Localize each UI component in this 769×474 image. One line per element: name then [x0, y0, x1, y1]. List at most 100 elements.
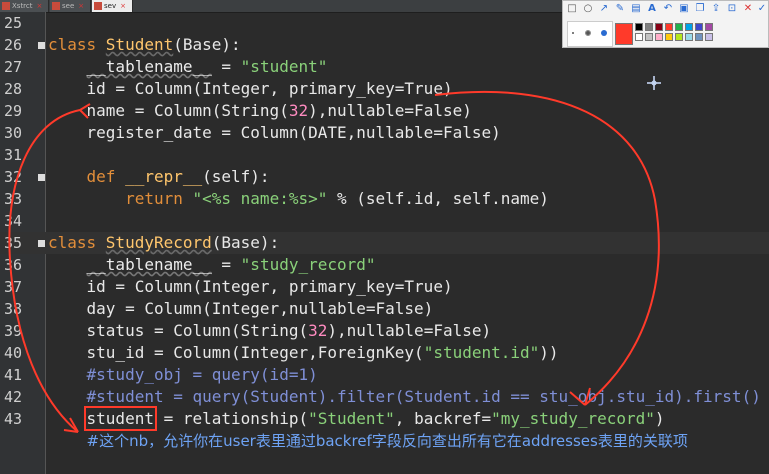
line-number: 40	[4, 344, 23, 362]
circle-icon[interactable]: ○	[583, 4, 593, 14]
color-swatch[interactable]	[705, 23, 713, 31]
color-swatch[interactable]	[645, 23, 653, 31]
line-number: 32	[4, 168, 23, 186]
code-text: __tablename__ = "student"	[48, 56, 328, 78]
code-token: Student	[105, 35, 174, 54]
code-line[interactable]: 29 name = Column(String(32),nullable=Fal…	[0, 100, 769, 122]
tab-close-icon[interactable]: ×	[120, 2, 126, 10]
code-text: stu_id = Column(Integer,ForeignKey("stud…	[48, 342, 559, 364]
code-token: __repr__	[125, 167, 203, 186]
close-icon[interactable]: ✕	[743, 4, 753, 14]
code-token: def	[86, 167, 126, 186]
undo-icon[interactable]: ↶	[663, 4, 673, 14]
code-line[interactable]: 33 return "<%s name:%s>" % (self.id, sel…	[0, 188, 769, 210]
code-token: #这个nb，允许你在user表里通过backref字段反向查出所有它在addre…	[86, 432, 688, 450]
code-line[interactable]: 34	[0, 210, 769, 232]
code-text: student = relationship("Student", backre…	[48, 406, 665, 431]
line-number: 39	[4, 322, 23, 340]
code-text: __tablename__ = "study_record"	[48, 254, 376, 276]
color-swatch[interactable]	[655, 23, 663, 31]
code-token: )	[654, 409, 665, 428]
line-number: 33	[4, 190, 23, 208]
line-number: 30	[4, 124, 23, 142]
code-token: "Student"	[308, 409, 395, 428]
code-line[interactable]: 36 __tablename__ = "study_record"	[0, 254, 769, 276]
code-line[interactable]: 30 register_date = Column(DATE,nullable=…	[0, 122, 769, 144]
code-token: register_date = Column(DATE,nullable=Fal…	[48, 123, 501, 142]
fold-marker-icon[interactable]	[38, 42, 45, 49]
code-token: % (self.id, self.name)	[327, 189, 549, 208]
code-line[interactable]: 32 def __repr__(self):	[0, 166, 769, 188]
rect-icon[interactable]: □	[567, 4, 577, 14]
code-line[interactable]: 38 day = Column(Integer,nullable=False)	[0, 298, 769, 320]
code-text: register_date = Column(DATE,nullable=Fal…	[48, 122, 501, 144]
code-token: = relationship(	[153, 409, 309, 428]
line-number: 28	[4, 80, 23, 98]
tab-close-icon[interactable]: ×	[78, 2, 84, 10]
pin-icon[interactable]: ⊡	[727, 4, 737, 14]
code-line[interactable]: #这个nb，允许你在user表里通过backref字段反向查出所有它在addre…	[0, 430, 769, 452]
save-icon[interactable]: ▣	[679, 4, 689, 14]
brush-size-medium[interactable]	[585, 30, 591, 36]
text-icon[interactable]: A	[647, 4, 657, 14]
tab-close-icon[interactable]: ×	[37, 2, 43, 10]
code-line[interactable]: 35 class StudyRecord(Base):	[0, 232, 769, 254]
color-swatch[interactable]	[655, 33, 663, 41]
color-swatch[interactable]	[685, 23, 693, 31]
color-swatch[interactable]	[665, 23, 673, 31]
code-token: ),nullable=False)	[327, 321, 492, 340]
copy-icon[interactable]: ❐	[695, 4, 705, 14]
editor-tab-active[interactable]: sev ×	[92, 0, 133, 12]
color-swatch[interactable]	[695, 33, 703, 41]
code-token: id = Column(Integer, primary_key=True)	[48, 277, 453, 296]
marker-icon[interactable]: ▤	[631, 4, 641, 14]
editor-tab[interactable]: see ×	[50, 0, 92, 12]
line-number: 43	[4, 410, 23, 428]
code-text: name = Column(String(32),nullable=False)	[48, 100, 472, 122]
code-line[interactable]: 42 #student = query(Student).filter(Stud…	[0, 386, 769, 408]
code-token: __tablename__	[86, 57, 212, 76]
share-icon[interactable]: ⇪	[711, 4, 721, 14]
line-number: 35	[4, 234, 23, 252]
code-text: #这个nb，允许你在user表里通过backref字段反向查出所有它在addre…	[48, 430, 688, 452]
line-number: 26	[4, 36, 23, 54]
color-swatch[interactable]	[695, 23, 703, 31]
code-line[interactable]: 37 id = Column(Integer, primary_key=True…	[0, 276, 769, 298]
color-swatch[interactable]	[635, 23, 643, 31]
color-swatch[interactable]	[705, 33, 713, 41]
color-swatch[interactable]	[635, 33, 643, 41]
selected-color-swatch[interactable]	[615, 23, 633, 45]
python-file-icon	[94, 2, 102, 10]
code-token: =	[211, 255, 241, 274]
code-token: "<%s name:%s>"	[192, 189, 328, 208]
code-text: #student = query(Student).filter(Student…	[48, 386, 761, 408]
editor-tab[interactable]: Xstrct ×	[0, 0, 50, 12]
fold-marker-icon[interactable]	[38, 240, 45, 247]
screenshot-toolbar: □ ○ ↗ ✎ ▤ A ↶ ▣ ❐ ⇪ ⊡ ✕ ✓	[562, 0, 769, 48]
code-line[interactable]: 41 #study_obj = query(id=1)	[0, 364, 769, 386]
color-swatch[interactable]	[675, 23, 683, 31]
fold-marker-icon[interactable]	[38, 174, 45, 181]
code-line[interactable]: 43 student = relationship("Student", bac…	[0, 406, 769, 431]
code-line[interactable]: 31	[0, 144, 769, 166]
color-swatch[interactable]	[675, 33, 683, 41]
code-token: return	[125, 189, 193, 208]
color-swatch[interactable]	[645, 33, 653, 41]
brush-size-large[interactable]	[601, 30, 607, 36]
color-swatch[interactable]	[665, 33, 673, 41]
code-text: id = Column(Integer, primary_key=True)	[48, 276, 453, 298]
brush-size-small[interactable]	[572, 32, 574, 34]
line-number: 37	[4, 278, 23, 296]
arrow-icon[interactable]: ↗	[599, 4, 609, 14]
code-line[interactable]: 39 status = Column(String(32),nullable=F…	[0, 320, 769, 342]
code-token: =	[211, 57, 241, 76]
confirm-icon[interactable]: ✓	[757, 4, 767, 14]
color-swatch[interactable]	[685, 33, 693, 41]
pen-icon[interactable]: ✎	[615, 4, 625, 14]
brush-size-picker[interactable]	[567, 21, 613, 47]
code-token: ))	[539, 343, 559, 362]
code-line[interactable]: 40 stu_id = Column(Integer,ForeignKey("s…	[0, 342, 769, 364]
